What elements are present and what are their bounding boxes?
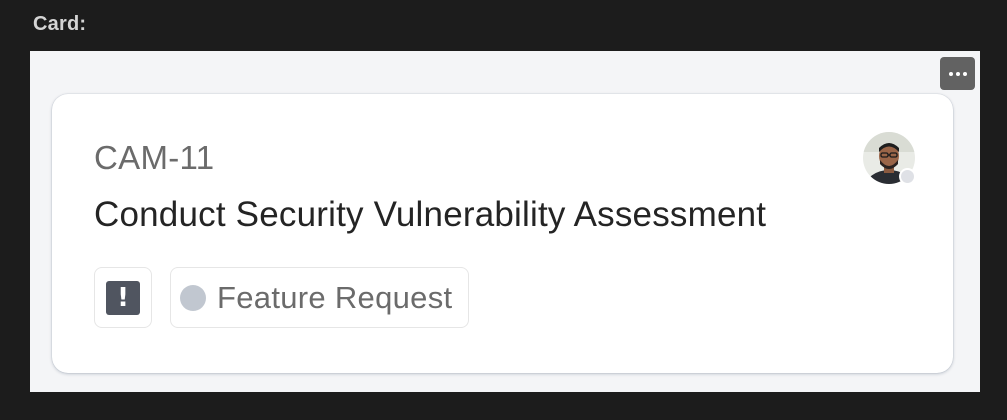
more-actions-button[interactable] bbox=[940, 57, 975, 90]
section-label: Card: bbox=[33, 13, 87, 35]
priority-badge: ! bbox=[94, 267, 152, 328]
issue-type-badge[interactable]: Feature Request bbox=[170, 267, 469, 328]
issue-key: CAM-11 bbox=[94, 139, 215, 176]
assignee-avatar[interactable] bbox=[863, 132, 916, 185]
status-dot-icon bbox=[180, 284, 206, 311]
card-canvas: CAM-11 Conduct Security Vulnerability As… bbox=[30, 51, 980, 392]
presence-status-indicator bbox=[899, 168, 916, 185]
exclamation-icon: ! bbox=[106, 280, 140, 315]
issue-title: Conduct Security Vulnerability Assessmen… bbox=[94, 195, 767, 234]
more-icon-dot bbox=[962, 71, 967, 76]
more-icon-dot bbox=[948, 71, 953, 76]
issue-type-label: Feature Request bbox=[217, 279, 453, 315]
more-icon-dot bbox=[955, 71, 960, 76]
issue-card[interactable]: CAM-11 Conduct Security Vulnerability As… bbox=[52, 94, 953, 373]
